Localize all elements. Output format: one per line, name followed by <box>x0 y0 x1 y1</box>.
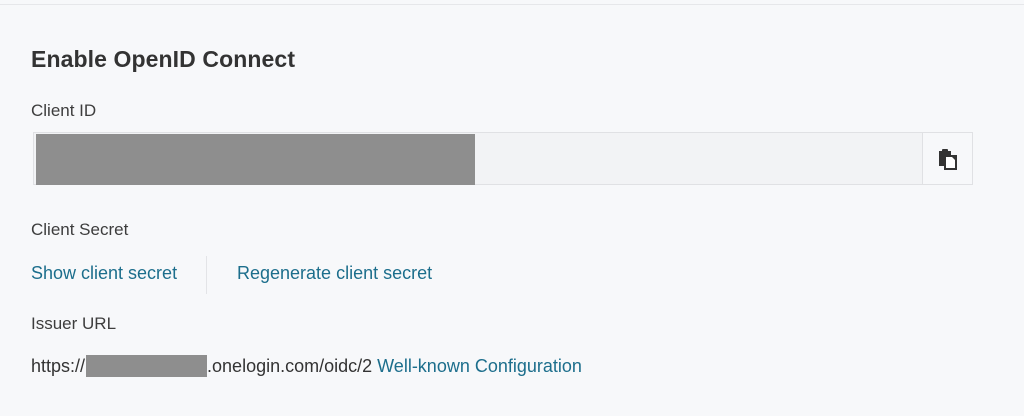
issuer-url-suffix: .onelogin.com/oidc/2 <box>207 355 373 376</box>
copy-client-id-button[interactable] <box>922 133 972 184</box>
client-id-field[interactable] <box>33 132 973 185</box>
issuer-url-label: Issuer URL <box>31 314 117 333</box>
issuer-url-value: https:// .onelogin.com/oidc/2 Well-known… <box>31 354 582 378</box>
regenerate-client-secret-link[interactable]: Regenerate client secret <box>237 263 432 284</box>
show-client-secret-link[interactable]: Show client secret <box>31 263 177 284</box>
section-title: Enable OpenID Connect <box>31 46 296 72</box>
link-divider <box>206 256 207 294</box>
client-id-label: Client ID <box>31 101 97 120</box>
client-secret-label: Client Secret <box>31 220 129 239</box>
issuer-subdomain-redacted <box>86 355 208 377</box>
client-id-redacted-value <box>36 134 475 185</box>
openid-connect-panel: Enable OpenID Connect Client ID Client S… <box>0 5 1024 416</box>
copy-icon <box>938 148 957 170</box>
issuer-url-prefix: https:// <box>31 355 86 376</box>
well-known-configuration-link[interactable]: Well-known Configuration <box>377 356 582 377</box>
